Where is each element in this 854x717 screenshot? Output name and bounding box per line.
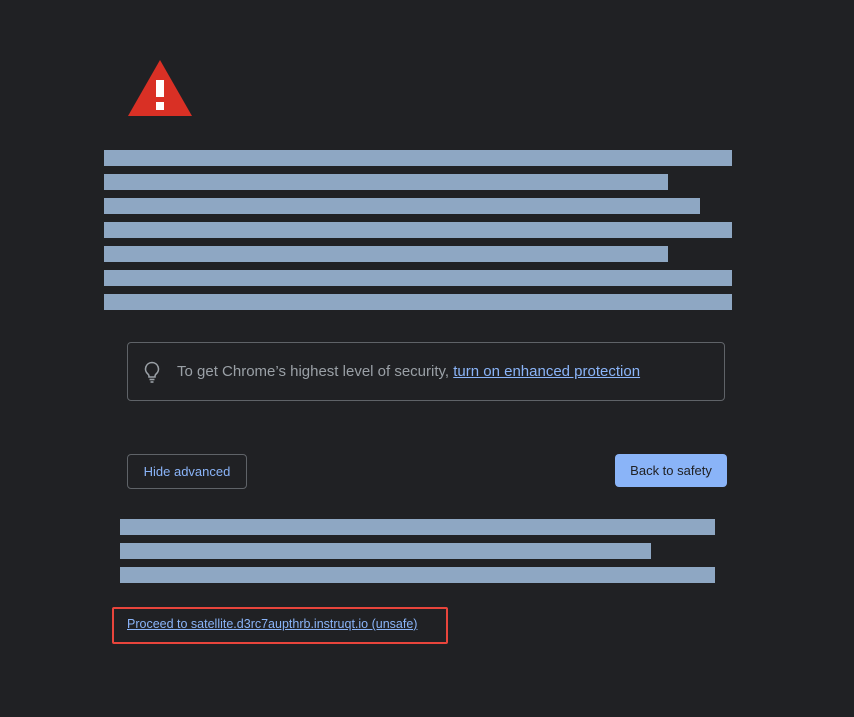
redacted-line <box>104 174 668 190</box>
redacted-line <box>120 519 715 535</box>
back-to-safety-button[interactable]: Back to safety <box>615 454 727 487</box>
redacted-line <box>104 198 700 214</box>
proceed-unsafe-link[interactable]: Proceed to satellite.d3rc7aupthrb.instru… <box>127 617 417 631</box>
enhanced-protection-tip: To get Chrome’s highest level of securit… <box>127 342 725 401</box>
enhanced-protection-link[interactable]: turn on enhanced protection <box>453 363 640 380</box>
redacted-line <box>120 567 715 583</box>
lightbulb-icon <box>144 361 160 383</box>
tip-text: To get Chrome’s highest level of securit… <box>177 363 640 380</box>
redacted-line <box>104 294 732 310</box>
warning-triangle-icon <box>128 60 192 116</box>
redacted-line <box>104 246 668 262</box>
redacted-line <box>120 543 651 559</box>
hide-advanced-button[interactable]: Hide advanced <box>127 454 247 489</box>
tip-message: To get Chrome’s highest level of securit… <box>177 363 454 380</box>
redacted-line <box>104 150 732 166</box>
redacted-line <box>104 270 732 286</box>
redacted-line <box>104 222 732 238</box>
